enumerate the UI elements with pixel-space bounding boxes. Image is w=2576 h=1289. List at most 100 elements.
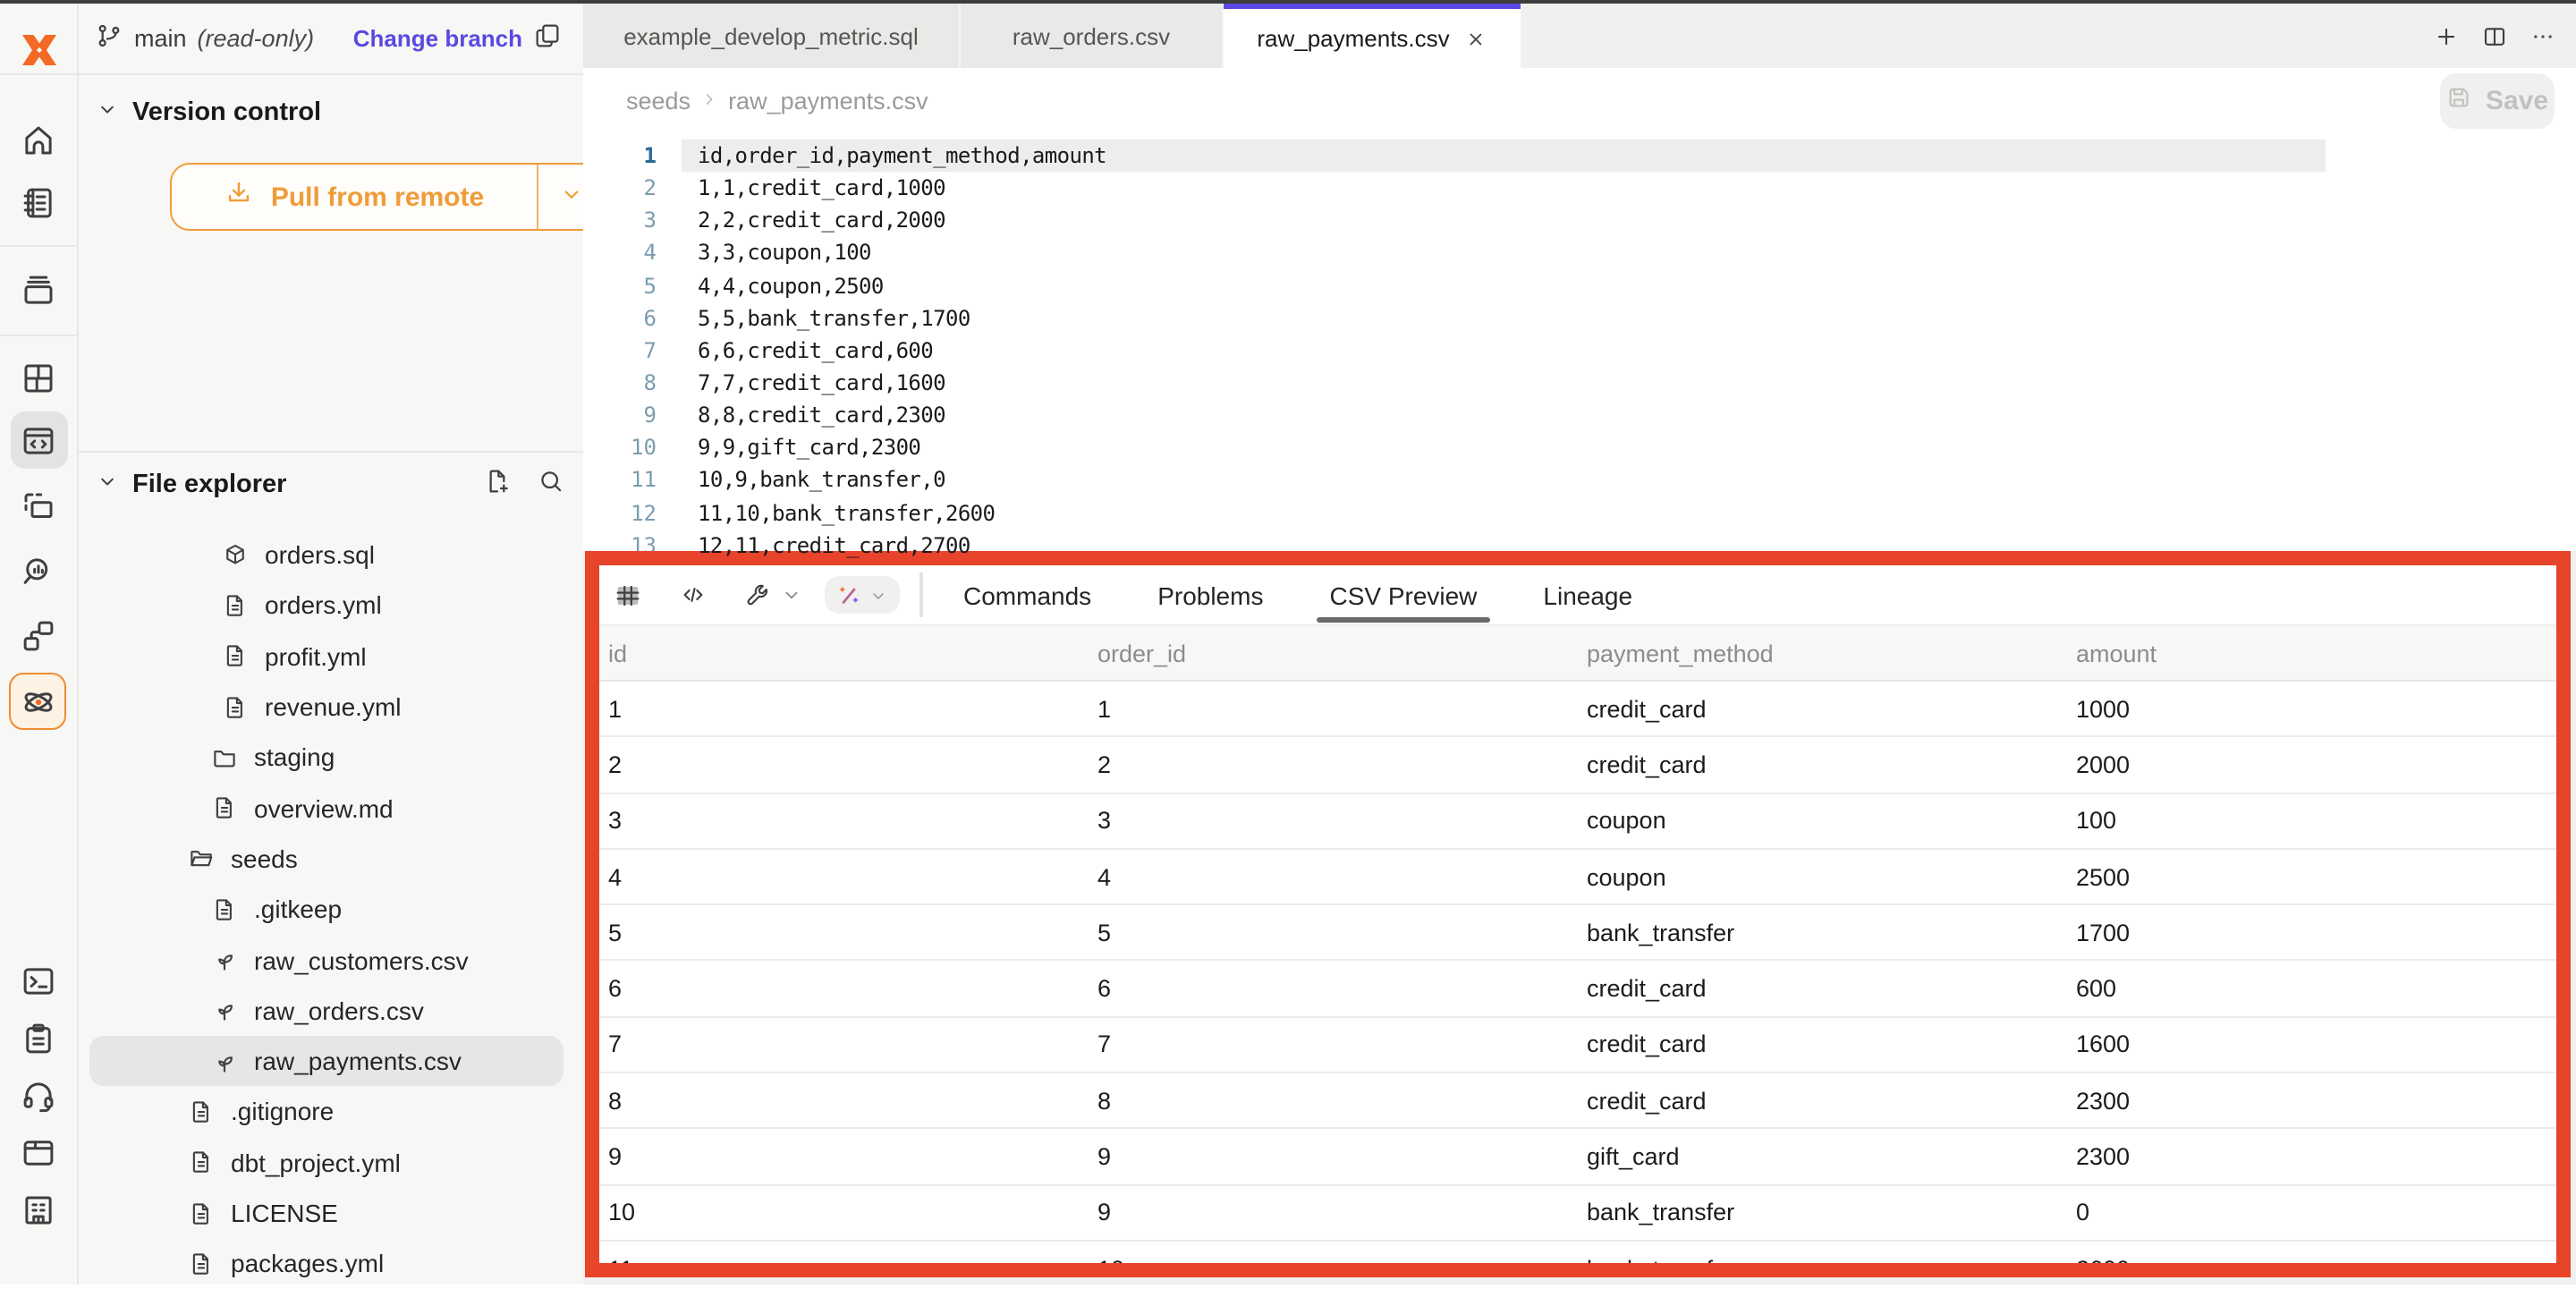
home-icon — [20, 121, 57, 158]
line-number: 8 — [583, 367, 669, 399]
chevron-down-icon[interactable] — [780, 583, 803, 606]
tabbar-actions — [2433, 4, 2576, 68]
new-file-button[interactable] — [483, 467, 512, 503]
close-tab-icon[interactable] — [1466, 28, 1487, 49]
search-icon[interactable] — [537, 467, 565, 496]
sidebar-item-atom[interactable] — [9, 673, 66, 730]
file-item--gitignore[interactable]: .gitignore — [89, 1087, 564, 1138]
toolbar-divider — [919, 572, 922, 617]
file-item-revenue-yml[interactable]: revenue.yml — [89, 682, 564, 733]
file-item-packages-yml[interactable]: packages.yml — [89, 1238, 564, 1289]
search-files-button[interactable] — [537, 467, 565, 503]
panel-tab-csv-preview[interactable]: CSV Preview — [1329, 581, 1477, 609]
file-icon — [211, 794, 238, 821]
table-cell: 2300 — [2067, 1087, 2556, 1114]
wrench-icon[interactable] — [744, 581, 771, 608]
file-item-profit-yml[interactable]: profit.yml — [89, 631, 564, 682]
seed-icon — [211, 1047, 238, 1074]
file-item-license[interactable]: LICENSE — [89, 1188, 564, 1239]
editor-tab-raw-orders-csv[interactable]: raw_orders.csv — [961, 4, 1224, 68]
file-item-raw-payments-csv[interactable]: raw_payments.csv — [89, 1036, 564, 1087]
table-cell: credit_card — [1578, 751, 2067, 778]
table-row: 99gift_card2300 — [599, 1130, 2556, 1186]
table-cell: 8 — [599, 1087, 1089, 1114]
sidebar-item-archive[interactable] — [0, 270, 77, 310]
table-cell: 4 — [1089, 863, 1578, 890]
code-editor[interactable]: 1id,order_id,payment_method,amount21,1,c… — [583, 140, 2372, 562]
flow-icon — [20, 616, 57, 654]
sidebar-item-selection[interactable] — [0, 487, 77, 526]
panel-tab-lineage[interactable]: Lineage — [1543, 581, 1632, 609]
logo-icon — [17, 29, 60, 72]
download-icon — [225, 178, 255, 208]
panel-tab-commands[interactable]: Commands — [963, 581, 1091, 609]
line-number: 2 — [583, 172, 669, 204]
table-cell: 1 — [599, 695, 1089, 722]
sidebar-item-flow[interactable] — [0, 615, 77, 655]
chevron-down-icon — [95, 469, 120, 494]
save-button[interactable]: Save — [2440, 73, 2555, 129]
sidebar-item-headset[interactable] — [0, 1075, 77, 1115]
code-tag-icon[interactable] — [680, 581, 707, 608]
file-item-seeds[interactable]: seeds — [89, 834, 564, 885]
pull-from-remote-button[interactable]: Pull from remote — [170, 163, 606, 231]
left-panel: main (read-only) Change branch Version c… — [77, 0, 585, 1285]
sidebar-item-building[interactable] — [0, 1190, 77, 1229]
branch-header: main (read-only) Change branch — [77, 4, 583, 75]
editor-tabbar: example_develop_metric.sql raw_orders.csv… — [583, 4, 2576, 70]
file-item-dbt-project-yml[interactable]: dbt_project.yml — [89, 1137, 564, 1188]
code-text: 3,3,coupon,100 — [698, 237, 871, 269]
table-row: 88credit_card2300 — [599, 1073, 2556, 1130]
file-item-orders-yml[interactable]: orders.yml — [89, 581, 564, 632]
sidebar-item-terminal[interactable] — [0, 961, 77, 1000]
version-control-header[interactable]: Version control — [95, 97, 565, 129]
panel-tab-problems[interactable]: Problems — [1157, 581, 1263, 609]
sidebar-item-clipboard[interactable] — [0, 1018, 77, 1057]
copy-icon[interactable] — [533, 21, 562, 50]
editor-tab-raw-payments-csv[interactable]: raw_payments.csv — [1224, 4, 1521, 68]
file-item-raw-orders-csv[interactable]: raw_orders.csv — [89, 985, 564, 1036]
sidebar-item-home[interactable] — [0, 120, 77, 159]
sidebar-divider — [0, 73, 77, 75]
file-explorer-header[interactable]: File explorer — [95, 467, 565, 503]
table-cell: 6 — [599, 975, 1089, 1002]
table-cell: 9 — [1089, 1143, 1578, 1170]
table-row: 33coupon100 — [599, 793, 2556, 850]
sidebar-item-code-editor[interactable] — [10, 411, 67, 469]
file-item-staging[interactable]: staging — [89, 732, 564, 783]
file-item--gitkeep[interactable]: .gitkeep — [89, 884, 564, 935]
atom-icon — [19, 683, 56, 720]
table-cell: 11 — [599, 1255, 1089, 1267]
more-options-icon[interactable] — [2529, 22, 2556, 49]
file-explorer-title: File explorer — [132, 471, 286, 499]
table-cell: 2300 — [2067, 1143, 2556, 1170]
file-item-label: revenue.yml — [265, 692, 402, 721]
sidebar-item-dashboard[interactable] — [0, 358, 77, 397]
pull-from-remote-main[interactable]: Pull from remote — [172, 165, 538, 229]
editor-tab-label: raw_payments.csv — [1257, 25, 1449, 52]
table-cell: 2000 — [2067, 751, 2556, 778]
file-icon — [222, 592, 249, 619]
file-item-raw-customers-csv[interactable]: raw_customers.csv — [89, 935, 564, 986]
ai-assist-button[interactable] — [825, 576, 900, 614]
file-item-overview-md[interactable]: overview.md — [89, 783, 564, 834]
plus-icon[interactable] — [2433, 22, 2460, 49]
sidebar-item-search-insights[interactable] — [0, 551, 77, 590]
table-cell: 0 — [2067, 1200, 2556, 1226]
save-button-label: Save — [2486, 86, 2548, 116]
new-file-icon[interactable] — [483, 467, 512, 496]
change-branch-link[interactable]: Change branch — [353, 25, 522, 52]
column-header-payment_method: payment_method — [1578, 640, 2067, 666]
editor-tab-example-develop-metric-sql[interactable]: example_develop_metric.sql — [583, 4, 961, 68]
file-item-orders-sql[interactable]: orders.sql — [89, 530, 564, 581]
editor-tab-label: raw_orders.csv — [1013, 22, 1170, 49]
sidebar-item-folder-tabs[interactable] — [0, 1132, 77, 1172]
sidebar-item-logo[interactable] — [0, 30, 77, 70]
sidebar-item-notebook[interactable] — [0, 182, 77, 222]
folder-icon — [211, 744, 238, 771]
chevron-down-icon — [95, 97, 120, 122]
split-view-icon[interactable] — [2481, 22, 2508, 49]
table-icon[interactable] — [614, 581, 642, 609]
csv-table-body: 11credit_card100022credit_card200033coup… — [599, 682, 2556, 1267]
line-number: 7 — [583, 335, 669, 367]
